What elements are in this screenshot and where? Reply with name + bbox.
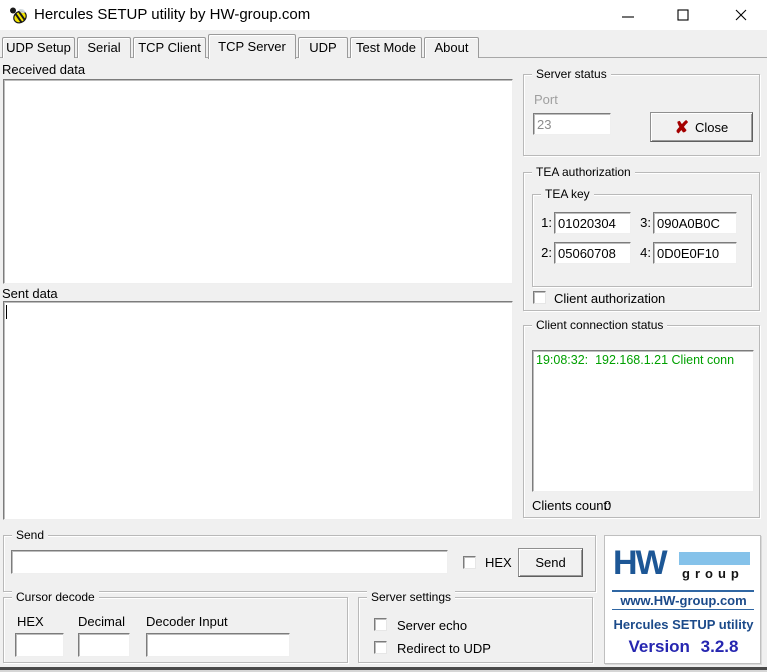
hw-group-url: www.HW-group.com (605, 593, 762, 608)
server-echo-checkbox[interactable] (374, 618, 387, 631)
port-input (533, 113, 611, 135)
redirect-to-udp-label: Redirect to UDP (397, 641, 491, 656)
hw-logo-text: HW (613, 545, 666, 581)
cursor-hex-label: HEX (17, 614, 44, 629)
tea-key-2-label: 2: (539, 245, 552, 260)
tab-about[interactable]: About (424, 37, 479, 58)
send-button[interactable]: Send (518, 548, 583, 577)
sent-data-label: Sent data (2, 286, 58, 301)
cursor-decoder-label: Decoder Input (146, 614, 228, 629)
tab-test-mode[interactable]: Test Mode (350, 37, 422, 58)
send-group: Send HEX Send (3, 535, 596, 592)
tea-authorization-legend: TEA authorization (532, 165, 635, 179)
tea-key-2-input[interactable] (554, 242, 631, 264)
server-status-legend: Server status (532, 67, 611, 81)
server-echo-label: Server echo (397, 618, 467, 633)
tab-udp-setup[interactable]: UDP Setup (2, 37, 75, 58)
tea-key-4-label: 4: (638, 245, 651, 260)
maximize-button[interactable] (667, 0, 699, 30)
server-settings-legend: Server settings (367, 590, 455, 604)
cursor-decimal-field[interactable] (78, 633, 130, 657)
hw-logo-group-text: group (682, 566, 744, 581)
hw-group-logo-panel: HW group www.HW-group.com Hercules SETUP… (604, 535, 761, 664)
cursor-decode-group: Cursor decode HEX Decimal Decoder Input (3, 597, 348, 663)
tea-key-3-label: 3: (638, 215, 651, 230)
tea-key-1-label: 1: (539, 215, 552, 230)
tea-authorization-group: TEA authorization TEA key 1: 3: 2: 4: Cl… (523, 172, 760, 311)
received-data-area[interactable] (3, 79, 513, 284)
cursor-hex-field[interactable] (15, 633, 64, 657)
tea-key-3-input[interactable] (653, 212, 737, 234)
minimize-button[interactable] (612, 0, 644, 30)
send-input[interactable] (11, 550, 448, 574)
clients-count-label: Clients count: (532, 498, 611, 513)
send-button-label: Send (535, 555, 565, 570)
server-settings-group: Server settings Server echo Redirect to … (358, 597, 593, 663)
tab-tcp-server[interactable]: TCP Server (208, 34, 296, 59)
hex-checkbox[interactable] (463, 556, 476, 569)
close-button[interactable]: ✘ Close (650, 112, 753, 142)
titlebar: Hercules SETUP utility by HW-group.com (0, 0, 767, 30)
client-connection-status-group: Client connection status 19:08:32: 192.1… (523, 325, 760, 518)
tea-key-4-input[interactable] (653, 242, 737, 264)
send-legend: Send (12, 528, 48, 542)
server-status-group: Server status Port ✘ Close (523, 74, 760, 156)
hw-logo-bar (679, 552, 750, 565)
close-x-icon: ✘ (675, 119, 689, 136)
tab-tcp-client[interactable]: TCP Client (133, 37, 206, 58)
clients-count-value: 0 (604, 498, 611, 513)
logo-divider-bottom (612, 609, 754, 610)
tea-key-legend: TEA key (541, 187, 594, 201)
logo-app-name: Hercules SETUP utility (605, 617, 762, 632)
close-button-label: Close (695, 120, 728, 135)
text-caret (6, 305, 7, 319)
client-connection-log: 19:08:32: 192.168.1.21 Client conn (532, 350, 754, 492)
logo-divider-top (612, 590, 754, 592)
client-authorization-checkbox[interactable] (533, 291, 546, 304)
client-connection-log-line: 19:08:32: 192.168.1.21 Client conn (533, 351, 753, 367)
decoder-input-field[interactable] (146, 633, 290, 657)
tea-key-group: TEA key 1: 3: 2: 4: (532, 194, 752, 287)
hex-checkbox-label: HEX (485, 555, 512, 570)
tea-key-1-input[interactable] (554, 212, 631, 234)
logo-version: Version 3.2.8 (605, 637, 762, 657)
cursor-decode-legend: Cursor decode (12, 590, 99, 604)
close-window-button[interactable] (725, 0, 757, 30)
received-data-label: Received data (2, 62, 85, 77)
redirect-to-udp-checkbox[interactable] (374, 641, 387, 654)
tab-strip: UDP Setup Serial TCP Client TCP Server U… (2, 34, 479, 58)
app-bee-icon (8, 5, 28, 25)
client-connection-status-legend: Client connection status (532, 318, 667, 332)
port-label: Port (534, 92, 558, 107)
sent-data-area[interactable] (3, 301, 513, 520)
tab-serial[interactable]: Serial (77, 37, 131, 58)
cursor-decimal-label: Decimal (78, 614, 125, 629)
tab-udp[interactable]: UDP (298, 37, 348, 58)
window-title: Hercules SETUP utility by HW-group.com (34, 0, 310, 30)
client-authorization-label: Client authorization (554, 291, 665, 306)
